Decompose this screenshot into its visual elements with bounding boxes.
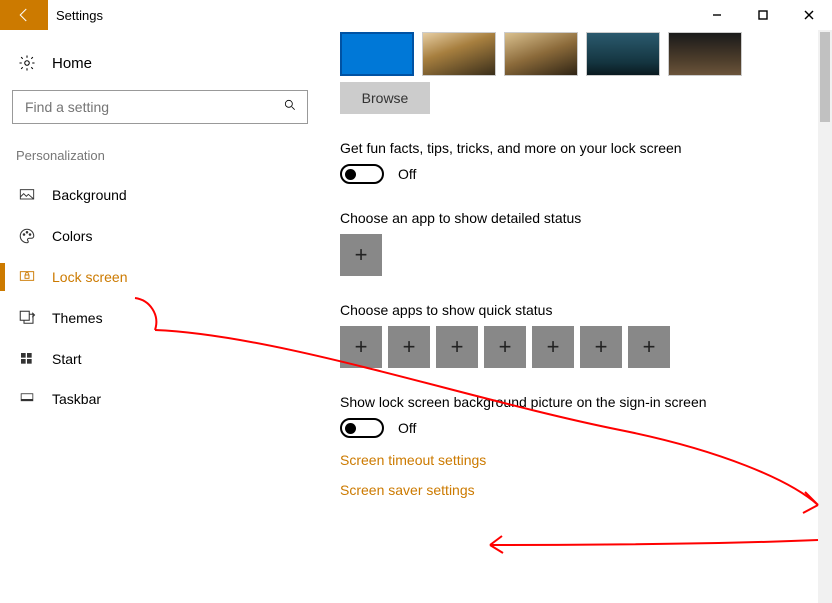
search-input[interactable] xyxy=(23,98,283,116)
picture-icon xyxy=(16,187,38,203)
quick-status-label: Choose apps to show quick status xyxy=(340,302,812,318)
plus-icon: + xyxy=(403,334,416,360)
add-quick-app-button[interactable]: + xyxy=(532,326,574,368)
fun-facts-toggle[interactable] xyxy=(340,164,384,184)
nav-label: Themes xyxy=(52,310,103,326)
add-quick-app-button[interactable]: + xyxy=(340,326,382,368)
gear-icon xyxy=(16,54,38,72)
plus-icon: + xyxy=(595,334,608,360)
search-box[interactable] xyxy=(12,90,308,124)
selection-indicator xyxy=(0,263,5,291)
detailed-status-label: Choose an app to show detailed status xyxy=(340,210,812,226)
lock-screen-icon xyxy=(16,269,38,285)
start-icon xyxy=(16,351,38,367)
nav-lock-screen[interactable]: Lock screen xyxy=(12,257,308,297)
nav-label: Background xyxy=(52,187,127,203)
add-quick-app-button[interactable]: + xyxy=(628,326,670,368)
screen-saver-link[interactable]: Screen saver settings xyxy=(340,482,812,498)
main-panel: Browse Get fun facts, tips, tricks, and … xyxy=(320,30,832,603)
thumbnail[interactable] xyxy=(504,32,578,76)
bg-signin-state: Off xyxy=(398,420,416,436)
nav-label: Colors xyxy=(52,228,92,244)
bg-signin-toggle[interactable] xyxy=(340,418,384,438)
fun-facts-state: Off xyxy=(398,166,416,182)
maximize-button[interactable] xyxy=(740,0,786,30)
nav-taskbar[interactable]: Taskbar xyxy=(12,379,308,419)
nav-colors[interactable]: Colors xyxy=(12,215,308,257)
plus-icon: + xyxy=(643,334,656,360)
fun-facts-label: Get fun facts, tips, tricks, and more on… xyxy=(340,140,812,156)
nav-home-label: Home xyxy=(52,55,92,72)
plus-icon: + xyxy=(355,334,368,360)
palette-icon xyxy=(16,227,38,245)
quick-status-row: + + + + + + + xyxy=(340,326,812,368)
plus-icon: + xyxy=(547,334,560,360)
thumbnail[interactable] xyxy=(422,32,496,76)
plus-icon: + xyxy=(355,242,368,268)
add-quick-app-button[interactable]: + xyxy=(436,326,478,368)
bg-signin-label: Show lock screen background picture on t… xyxy=(340,394,812,410)
window-title: Settings xyxy=(48,0,111,30)
plus-icon: + xyxy=(451,334,464,360)
titlebar: Settings xyxy=(0,0,832,30)
background-thumbnails xyxy=(340,32,812,76)
nav-start[interactable]: Start xyxy=(12,339,308,379)
add-detailed-app-button[interactable]: + xyxy=(340,234,382,276)
nav-label: Lock screen xyxy=(52,269,127,285)
back-button[interactable] xyxy=(0,0,48,30)
scrollbar-thumb[interactable] xyxy=(820,32,830,122)
sidebar: Home Personalization Background Colors xyxy=(0,30,320,603)
browse-button[interactable]: Browse xyxy=(340,82,430,114)
screen-timeout-link[interactable]: Screen timeout settings xyxy=(340,452,812,468)
close-button[interactable] xyxy=(786,0,832,30)
add-quick-app-button[interactable]: + xyxy=(388,326,430,368)
add-quick-app-button[interactable]: + xyxy=(484,326,526,368)
nav-home[interactable]: Home xyxy=(12,48,308,90)
thumbnail[interactable] xyxy=(668,32,742,76)
search-icon xyxy=(283,98,297,117)
nav-themes[interactable]: Themes xyxy=(12,297,308,339)
thumbnail-selected[interactable] xyxy=(340,32,414,76)
add-quick-app-button[interactable]: + xyxy=(580,326,622,368)
thumbnail[interactable] xyxy=(586,32,660,76)
minimize-button[interactable] xyxy=(694,0,740,30)
taskbar-icon xyxy=(16,392,38,406)
nav-background[interactable]: Background xyxy=(12,175,308,215)
section-label: Personalization xyxy=(12,144,308,175)
plus-icon: + xyxy=(499,334,512,360)
nav-label: Taskbar xyxy=(52,391,101,407)
nav-label: Start xyxy=(52,351,82,367)
themes-icon xyxy=(16,309,38,327)
